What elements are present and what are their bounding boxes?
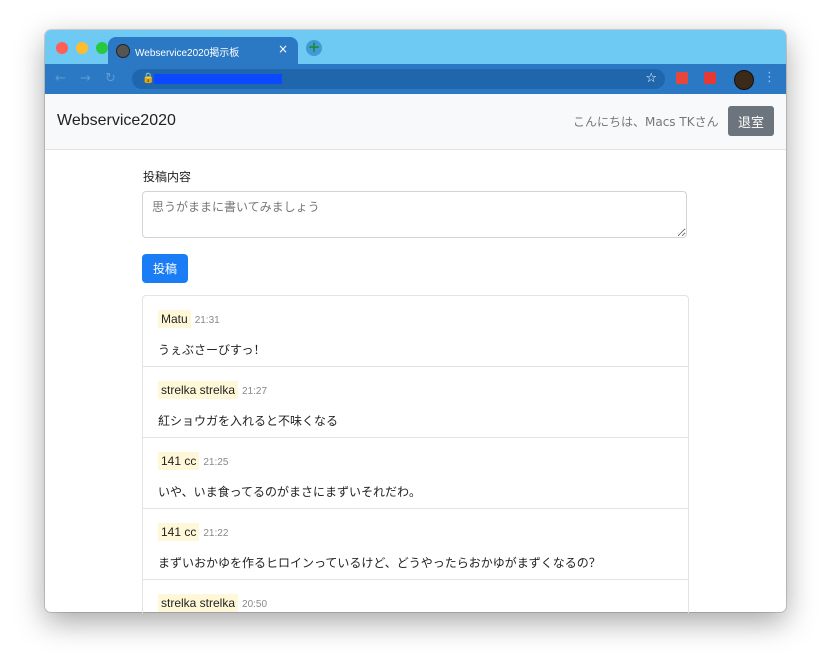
site-brand[interactable]: Webservice2020 bbox=[57, 112, 176, 130]
post-author: 141 cc bbox=[158, 452, 200, 470]
post-time: 21:25 bbox=[203, 457, 229, 468]
post-body: いや、いま食ってるのがまさにまずいそれだわ。 bbox=[158, 485, 422, 499]
lock-icon: 🔒 bbox=[142, 73, 155, 84]
extension-icon[interactable] bbox=[704, 72, 716, 84]
user-greeting: こんにちは、Macs TKさん bbox=[573, 115, 719, 129]
post-author: Matu bbox=[158, 310, 191, 328]
tab-strip: Webservice2020掲示板 × + bbox=[45, 30, 786, 64]
list-item: 141 cc 21:25 いや、いま食ってるのがまさにまずいそれだわ。 bbox=[143, 438, 688, 509]
window-maximize-icon[interactable] bbox=[96, 42, 108, 54]
profile-avatar[interactable] bbox=[734, 70, 754, 90]
post-author: 141 cc bbox=[158, 523, 200, 541]
address-bar[interactable]: 🔒 ☆ bbox=[132, 69, 665, 89]
post-meta: Matu 21:31 bbox=[158, 308, 220, 328]
browser-tab[interactable]: Webservice2020掲示板 × bbox=[108, 37, 298, 64]
post-time: 21:27 bbox=[242, 386, 268, 397]
list-item: strelka strelka 21:27 紅ショウガを入れると不味くなる bbox=[143, 367, 688, 438]
post-body: うぇぶさーびすっ！ bbox=[158, 343, 266, 357]
list-item: Matu 21:31 うぇぶさーびすっ！ bbox=[143, 296, 688, 367]
window-close-icon[interactable] bbox=[56, 42, 68, 54]
post-author: strelka strelka bbox=[158, 381, 239, 399]
post-meta: strelka strelka 21:27 bbox=[158, 379, 268, 399]
forward-arrow-icon[interactable]: → bbox=[80, 71, 91, 86]
new-tab-button[interactable]: + bbox=[306, 40, 322, 56]
post-meta: strelka strelka 20:50 bbox=[158, 592, 268, 612]
extension-icon[interactable] bbox=[676, 72, 688, 84]
redacted-url bbox=[154, 74, 282, 84]
post-time: 21:22 bbox=[203, 528, 229, 539]
list-item: 141 cc 21:22 まずいおかゆを作るヒロインっているけど、どうやったらおか… bbox=[143, 509, 688, 580]
post-author: strelka strelka bbox=[158, 594, 239, 612]
post-body: まずいおかゆを作るヒロインっているけど、どうやったらおかゆがまずくなるの？ bbox=[158, 556, 601, 570]
post-time: 20:50 bbox=[242, 599, 268, 610]
submit-post-button[interactable]: 投稿 bbox=[142, 254, 188, 283]
post-content-label: 投稿内容 bbox=[143, 170, 192, 184]
post-time: 21:31 bbox=[194, 315, 220, 326]
post-content-input[interactable] bbox=[142, 191, 687, 238]
logout-button[interactable]: 退室 bbox=[728, 106, 774, 136]
tab-close-icon[interactable]: × bbox=[278, 42, 288, 56]
browser-toolbar: ← → ↻ 🔒 ☆ ⋮ bbox=[45, 64, 786, 94]
post-body: 紅ショウガを入れると不味くなる bbox=[158, 414, 339, 428]
bookmark-star-icon[interactable]: ☆ bbox=[645, 71, 657, 86]
tab-title: Webservice2020掲示板 bbox=[135, 48, 240, 59]
favicon-icon bbox=[116, 44, 130, 58]
reload-icon[interactable]: ↻ bbox=[105, 71, 116, 86]
browser-menu-icon[interactable]: ⋮ bbox=[763, 70, 776, 85]
post-list: Matu 21:31 うぇぶさーびすっ！ strelka strelka 21:27… bbox=[142, 295, 689, 613]
window-minimize-icon[interactable] bbox=[76, 42, 88, 54]
list-item: strelka strelka 20:50 bbox=[143, 580, 688, 613]
post-meta: 141 cc 21:25 bbox=[158, 450, 229, 470]
site-navbar: Webservice2020 こんにちは、Macs TKさん 退室 bbox=[45, 94, 786, 150]
back-arrow-icon[interactable]: ← bbox=[55, 71, 66, 86]
post-meta: 141 cc 21:22 bbox=[158, 521, 229, 541]
